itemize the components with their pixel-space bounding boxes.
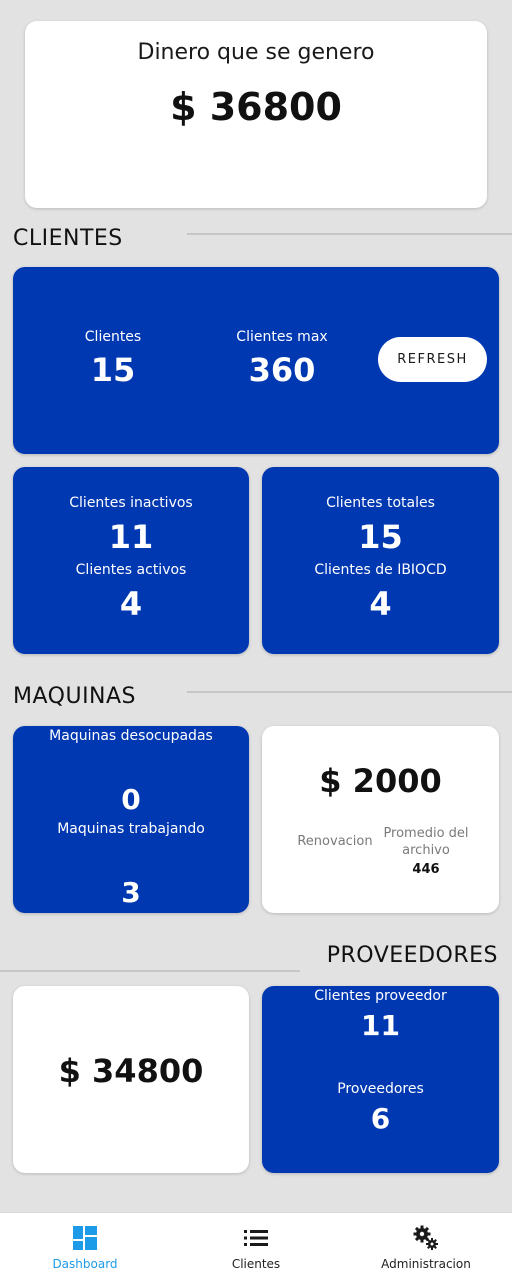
clientes-summary-card: Clientes 15 Clientes max 360 REFRESH [13,267,499,454]
promedio-archivo-value: 446 [412,862,440,877]
gears-icon [341,1225,511,1251]
clientes-activity-card: Clientes inactivos 11 Clientes activos 4 [13,467,249,654]
clientes-label: Clientes [84,329,142,345]
list-icon [171,1225,341,1251]
clientes-max-value: 360 [248,351,316,389]
nav-label-administracion: Administracion [381,1257,471,1271]
clientes-proveedor-value: 11 [361,1009,400,1042]
clientes-activos-label: Clientes activos [75,562,187,578]
nav-label-clientes: Clientes [231,1257,281,1271]
maquinas-divider [187,691,512,693]
clientes-activos-value: 4 [119,585,143,623]
proveedores-section-title: PROVEEDORES [326,943,498,968]
clientes-inactivos-value: 11 [108,518,154,556]
clientes-totales-label: Clientes totales [326,495,435,511]
maquinas-section-title: MAQUINAS [13,684,137,709]
proveedores-label: Proveedores [337,1081,424,1097]
maquinas-desocupadas-value: 0 [121,783,141,816]
nav-item-dashboard[interactable]: Dashboard [0,1213,170,1281]
maquinas-status-card: Maquinas desocupadas 0 Maquinas trabajan… [13,726,249,913]
proveedores-divider [0,970,300,972]
clientes-ibiocd-value: 4 [369,585,392,623]
promedio-archivo-label: Promedio del archivo [383,826,469,858]
proveedores-value: 6 [370,1102,391,1135]
nav-label-dashboard: Dashboard [52,1257,118,1271]
clientes-section-title: CLIENTES [13,226,123,251]
renovacion-label: Renovacion [297,834,373,849]
revenue-card: Dinero que se genero $ 36800 [25,21,487,208]
renovacion-price: $ 2000 [319,762,442,800]
clientes-ibiocd-label: Clientes de IBIOCD [314,562,447,578]
refresh-button[interactable]: REFRESH [378,337,487,382]
renovacion-card: $ 2000 Renovacion Promedio del archivo 4… [262,726,499,913]
proveedores-amount: $ 34800 [58,1052,204,1090]
clientes-totales-value: 15 [358,518,403,556]
revenue-value: $ 36800 [170,85,342,129]
clientes-inactivos-label: Clientes inactivos [69,495,193,511]
maquinas-trabajando-value: 3 [121,876,141,909]
bottom-navigation: Dashboard Clientes Administracion [0,1212,512,1281]
clientes-proveedor-label: Clientes proveedor [314,988,447,1004]
maquinas-desocupadas-label: Maquinas desocupadas [49,728,213,744]
clientes-totales-card: Clientes totales 15 Clientes de IBIOCD 4 [262,467,499,654]
proveedores-stats-card: Clientes proveedor 11 Proveedores 6 [262,986,499,1173]
maquinas-trabajando-label: Maquinas trabajando [57,821,205,837]
clientes-value: 15 [90,351,136,389]
revenue-label: Dinero que se genero [137,40,375,65]
nav-item-administracion[interactable]: Administracion [341,1213,511,1281]
clientes-divider [187,233,512,235]
dashboard-icon [0,1225,170,1251]
proveedores-amount-card: $ 34800 [13,986,249,1173]
clientes-max-label: Clientes max [236,329,328,345]
nav-item-clientes[interactable]: Clientes [171,1213,341,1281]
